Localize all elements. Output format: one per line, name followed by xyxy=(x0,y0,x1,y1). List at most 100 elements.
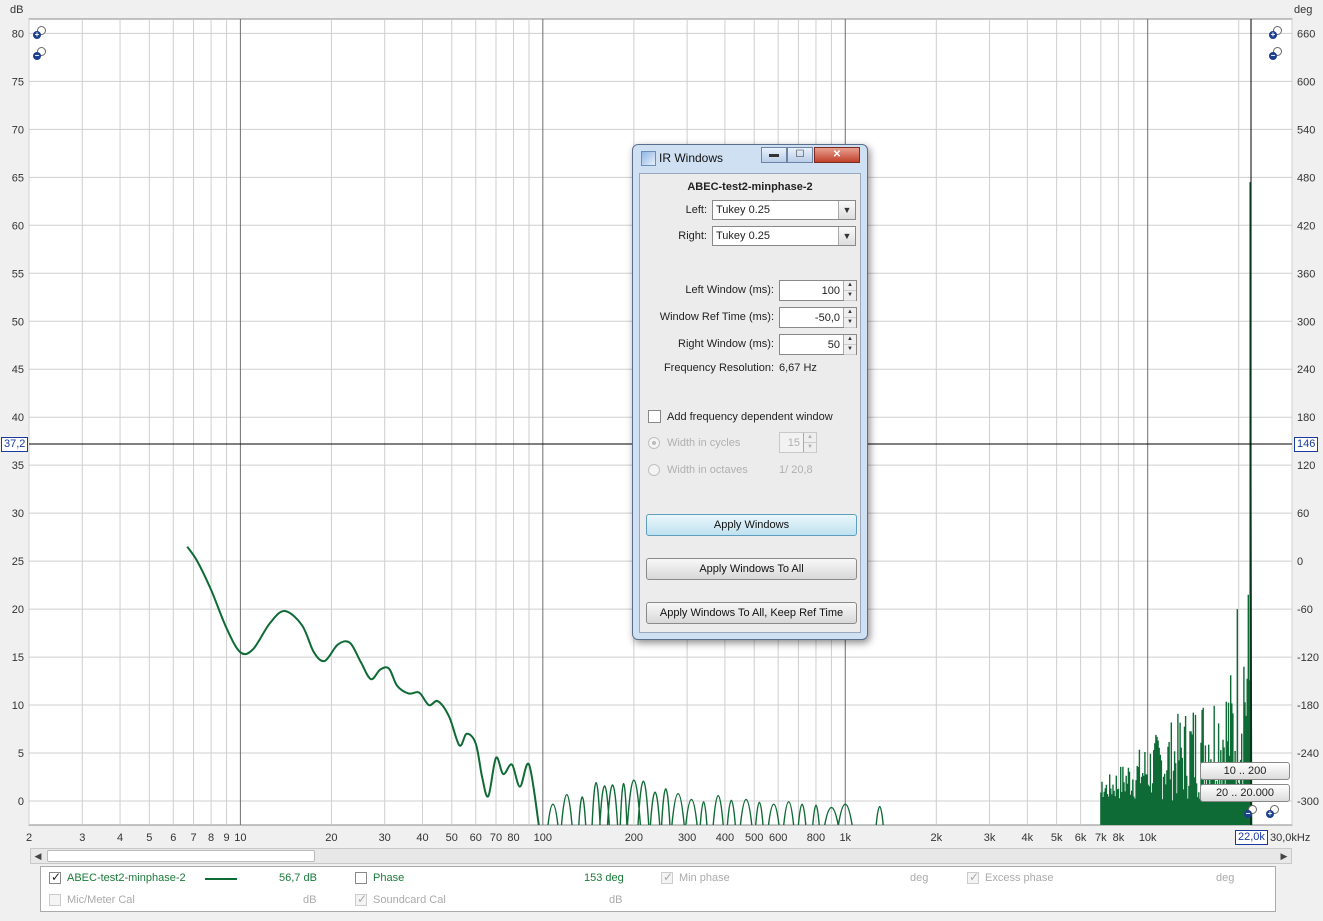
width-cycles-label: Width in cycles xyxy=(667,437,741,449)
right-axis-ticks: 660600540480420360300240180120600-60-120… xyxy=(1297,28,1319,808)
x-tick-label: 40 xyxy=(416,832,428,844)
min-phase-checkbox[interactable] xyxy=(661,870,673,884)
x-tick-label: 3k xyxy=(984,832,996,844)
excess-phase-checkbox[interactable] xyxy=(967,870,979,884)
zoom-in-icon[interactable]: + xyxy=(33,26,47,40)
right-window-label: Right Window (ms): xyxy=(678,338,774,350)
x-tick-label: 5k xyxy=(1051,832,1063,844)
spin-down-icon[interactable]: ▼ xyxy=(844,318,856,328)
width-octaves-radio[interactable] xyxy=(648,464,660,476)
right-tick-label: 420 xyxy=(1297,220,1315,232)
freq-res-label: Frequency Resolution: xyxy=(663,362,774,374)
apply-windows-keep-ref-button[interactable]: Apply Windows To All, Keep Ref Time xyxy=(646,602,857,624)
scroll-right-icon[interactable]: ▶ xyxy=(1277,849,1291,863)
zoom-out-icon[interactable]: − xyxy=(33,47,47,61)
scroll-left-icon[interactable]: ◀ xyxy=(31,849,45,863)
spin-down-icon[interactable]: ▼ xyxy=(844,345,856,355)
width-cycles-value: 15 xyxy=(787,437,800,449)
x-tick-label: 10k xyxy=(1139,832,1157,844)
mic-cal-checkbox[interactable] xyxy=(49,894,61,906)
x-tick-label: 8 xyxy=(208,832,214,844)
measurement-checkbox[interactable] xyxy=(49,870,61,884)
chevron-down-icon[interactable]: ▼ xyxy=(838,227,855,245)
left-tick-label: 25 xyxy=(12,556,24,568)
right-window-type-select[interactable]: Tukey 0.25 ▼ xyxy=(712,226,856,246)
left-axis-unit: dB xyxy=(10,4,24,16)
x-tick-label: 600 xyxy=(769,832,787,844)
width-octaves-value: 1/ 20,8 xyxy=(779,464,813,476)
chevron-down-icon[interactable]: ▼ xyxy=(838,201,855,219)
left-tick-label: 15 xyxy=(12,652,24,664)
x-tick-label: 50 xyxy=(446,832,458,844)
spin-up-icon[interactable]: ▲ xyxy=(844,335,856,345)
spin-down-icon[interactable]: ▼ xyxy=(804,443,816,453)
left-tick-label: 75 xyxy=(12,76,24,88)
left-window-label: Left Window (ms): xyxy=(685,284,774,296)
right-tick-label: 60 xyxy=(1297,508,1309,520)
mic-cal-label: Mic/Meter Cal xyxy=(67,894,135,906)
spin-up-icon[interactable]: ▲ xyxy=(804,433,816,443)
x-tick-label: 500 xyxy=(745,832,763,844)
cursor-x-value: 22,0k xyxy=(1235,830,1268,845)
scroll-thumb[interactable] xyxy=(47,850,315,862)
zoom-in-x-icon[interactable]: + xyxy=(1266,805,1280,819)
minimize-icon[interactable]: ▬ xyxy=(761,147,787,163)
spin-up-icon[interactable]: ▲ xyxy=(844,281,856,291)
range-20-20000-button[interactable]: 20 .. 20.000 xyxy=(1200,784,1290,802)
left-window-type-select[interactable]: Tukey 0.25 ▼ xyxy=(712,200,856,220)
zoom-out-icon-right[interactable]: − xyxy=(1269,47,1283,61)
phase-checkbox[interactable] xyxy=(355,872,367,884)
x-tick-label: 4 xyxy=(117,832,123,844)
zoom-out-x-icon[interactable]: − xyxy=(1244,805,1258,819)
spin-up-icon[interactable]: ▲ xyxy=(844,308,856,318)
apply-windows-button[interactable]: Apply Windows xyxy=(646,514,857,536)
cursor-left-value: 37,2 xyxy=(1,437,29,452)
right-tick-label: 240 xyxy=(1297,364,1315,376)
right-tick-label: -60 xyxy=(1297,604,1313,616)
left-tick-label: 40 xyxy=(12,412,24,424)
zoom-in-icon-right[interactable]: + xyxy=(1269,26,1283,40)
width-cycles-radio[interactable] xyxy=(648,437,660,449)
ir-windows-dialog[interactable]: IR Windows ▬ ☐ ✕ ABEC-test2-minphase-2 L… xyxy=(632,144,868,640)
soundcard-cal-checkbox[interactable] xyxy=(355,892,367,906)
left-window-value: 100 xyxy=(821,285,840,297)
apply-windows-to-all-button[interactable]: Apply Windows To All xyxy=(646,558,857,580)
x-tick-label: 10 xyxy=(234,832,246,844)
right-tick-label: 600 xyxy=(1297,76,1315,88)
x-tick-label: 7k xyxy=(1095,832,1107,844)
close-icon[interactable]: ✕ xyxy=(814,147,860,163)
x-tick-label: 80 xyxy=(507,832,519,844)
left-tick-label: 50 xyxy=(12,316,24,328)
x-tick-label: 100 xyxy=(534,832,552,844)
measurement-name: ABEC-test2-minphase-2 xyxy=(67,872,186,884)
right-tick-label: 180 xyxy=(1297,412,1315,424)
measurement-line-swatch xyxy=(205,878,237,880)
freq-dependent-checkbox[interactable] xyxy=(648,410,661,423)
range-10-200-button[interactable]: 10 .. 200 xyxy=(1200,762,1290,780)
x-tick-label: 20 xyxy=(325,832,337,844)
x-tick-label: 8k xyxy=(1113,832,1125,844)
x-tick-label: 7 xyxy=(190,832,196,844)
left-tick-label: 55 xyxy=(12,268,24,280)
horizontal-scrollbar[interactable]: ◀ ▶ xyxy=(30,848,1292,864)
maximize-icon[interactable]: ☐ xyxy=(787,147,813,163)
soundcard-cal-unit: dB xyxy=(609,894,623,906)
x-tick-label: 3 xyxy=(79,832,85,844)
left-axis-ticks: 80757065605550454035302520151050 xyxy=(12,28,24,808)
right-tick-label: 300 xyxy=(1297,316,1315,328)
right-tick-label: 0 xyxy=(1297,556,1303,568)
left-tick-label: 65 xyxy=(12,172,24,184)
right-tick-label: -300 xyxy=(1297,796,1319,808)
right-window-input[interactable]: 50 ▲ ▼ xyxy=(779,334,857,355)
width-cycles-input[interactable]: 15 ▲ ▼ xyxy=(779,432,817,453)
right-tick-label: 540 xyxy=(1297,124,1315,136)
x-tick-label: 9 xyxy=(223,832,229,844)
min-phase-label: Min phase xyxy=(679,872,730,884)
legend-panel: ABEC-test2-minphase-2 56,7 dB Phase 153 … xyxy=(40,866,1276,912)
x-tick-label: 200 xyxy=(625,832,643,844)
ref-time-input[interactable]: -50,0 ▲ ▼ xyxy=(779,307,857,328)
left-window-input[interactable]: 100 ▲ ▼ xyxy=(779,280,857,301)
left-tick-label: 35 xyxy=(12,460,24,472)
left-tick-label: 0 xyxy=(18,796,24,808)
spin-down-icon[interactable]: ▼ xyxy=(844,291,856,301)
